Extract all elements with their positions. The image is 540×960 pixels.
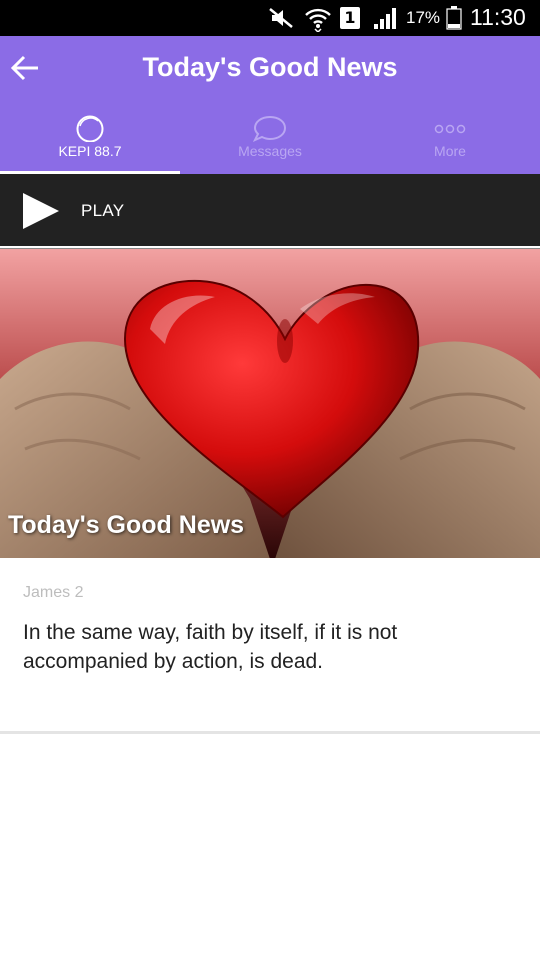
verse-reference: James 2 <box>23 584 84 601</box>
tab-label: More <box>434 143 466 159</box>
tab-more[interactable]: More <box>360 110 540 174</box>
tab-bar: KEPI 88.7 Messages More <box>0 110 540 174</box>
page-title: Today's Good News <box>142 52 398 82</box>
status-bar: 1 17% 11:30 <box>0 0 540 36</box>
play-label: PLAY <box>81 201 125 220</box>
battery-icon <box>446 6 462 30</box>
more-dots-icon <box>434 124 466 134</box>
hero-image: Today's Good News <box>0 248 540 558</box>
radio-circle-icon <box>76 115 104 142</box>
app-bar: Today's Good News KEPI 88.7 Messages Mor… <box>0 36 540 174</box>
tab-label: Messages <box>238 143 302 159</box>
verse-card[interactable]: James 2 In the same way, faith by itself… <box>0 558 540 734</box>
tab-label: KEPI 88.7 <box>58 143 122 159</box>
tab-messages[interactable]: Messages <box>180 110 360 174</box>
hero-title: Today's Good News <box>8 511 245 539</box>
signal-icon <box>374 8 396 29</box>
wifi-icon <box>305 8 331 32</box>
clock: 11:30 <box>470 4 526 30</box>
sim-icon: 1 <box>340 7 360 29</box>
verse-text: In the same way, faith by itself, if it … <box>23 621 398 673</box>
battery-percent: 17% <box>406 8 441 27</box>
play-bar[interactable]: PLAY <box>0 174 540 246</box>
tab-kepi[interactable]: KEPI 88.7 <box>0 110 180 174</box>
play-icon[interactable] <box>22 192 60 230</box>
mute-icon <box>269 8 293 28</box>
chat-bubble-icon <box>252 115 287 142</box>
